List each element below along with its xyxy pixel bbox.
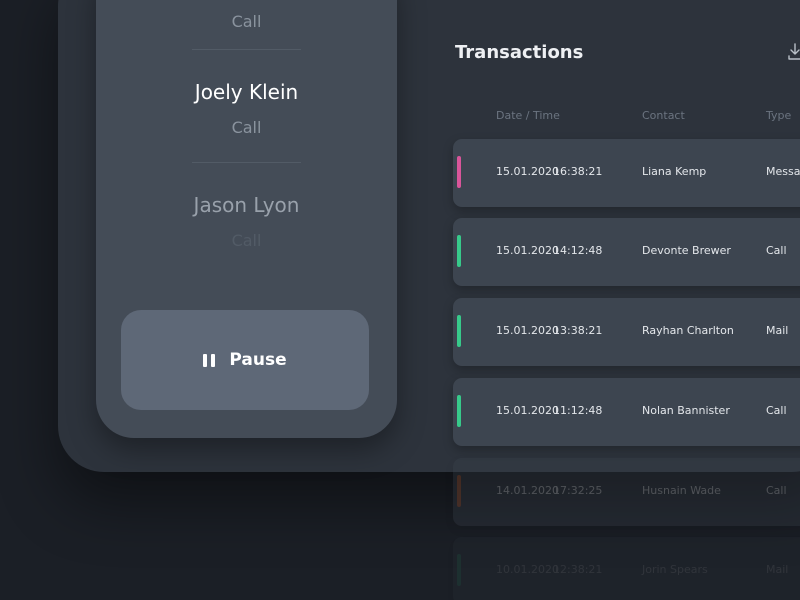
row-type: Mail [766,563,789,576]
row-date: 10.01.2020 [496,563,559,576]
status-indicator [457,554,461,586]
divider [192,49,301,50]
contact-item-3[interactable]: Jason Lyon Call [96,193,397,250]
row-contact: Nolan Bannister [642,404,730,417]
row-type: Call [766,244,787,257]
download-icon[interactable] [788,42,800,62]
table-row[interactable]: 15.01.2020 14:12:48 Devonte Brewer Call [453,218,800,286]
row-time: 12:38:21 [553,563,603,576]
contact-kind: Call [231,231,262,250]
row-time: 11:12:48 [553,404,603,417]
row-contact: Rayhan Charlton [642,324,734,337]
contact-name: Jason Lyon [193,193,300,217]
table-row[interactable]: 10.01.2020 12:38:21 Jorin Spears Mail [453,537,800,600]
status-indicator [457,475,461,507]
column-header-type[interactable]: Type [766,109,791,122]
row-contact: Liana Kemp [642,165,707,178]
row-time: 17:32:25 [553,484,603,497]
pause-icon [203,353,216,367]
contact-item-2[interactable]: Joely Klein Call [96,80,397,137]
row-contact: Jorin Spears [642,563,708,576]
table-row[interactable]: 14.01.2020 17:32:25 Husnain Wade Call [453,458,800,526]
row-date: 15.01.2020 [496,404,559,417]
pause-label: Pause [229,350,287,370]
status-indicator [457,395,461,427]
contact-kind: Call [231,12,262,31]
contact-item-1[interactable]: Call [96,12,397,31]
row-date: 15.01.2020 [496,165,559,178]
row-date: 15.01.2020 [496,324,559,337]
table-row[interactable]: 15.01.2020 13:38:21 Rayhan Charlton Mail [453,298,800,366]
table-row[interactable]: 15.01.2020 16:38:21 Liana Kemp Message [453,139,800,207]
contact-kind: Call [231,118,262,137]
row-type: Call [766,484,787,497]
row-type: Call [766,404,787,417]
transactions-title: Transactions [455,42,584,63]
status-indicator [457,315,461,347]
row-time: 14:12:48 [553,244,603,257]
row-contact: Husnain Wade [642,484,721,497]
pause-button[interactable]: Pause [121,310,369,410]
row-date: 15.01.2020 [496,244,559,257]
column-header-date-time[interactable]: Date / Time [496,109,560,122]
row-contact: Devonte Brewer [642,244,731,257]
column-header-contact[interactable]: Contact [642,109,685,122]
divider [192,162,301,163]
row-type: Mail [766,324,789,337]
row-time: 13:38:21 [553,324,603,337]
status-indicator [457,156,461,188]
row-time: 16:38:21 [553,165,603,178]
row-type: Message [766,165,800,178]
contact-name: Joely Klein [194,80,299,104]
table-row[interactable]: 15.01.2020 11:12:48 Nolan Bannister Call [453,378,800,446]
status-indicator [457,235,461,267]
row-date: 14.01.2020 [496,484,559,497]
